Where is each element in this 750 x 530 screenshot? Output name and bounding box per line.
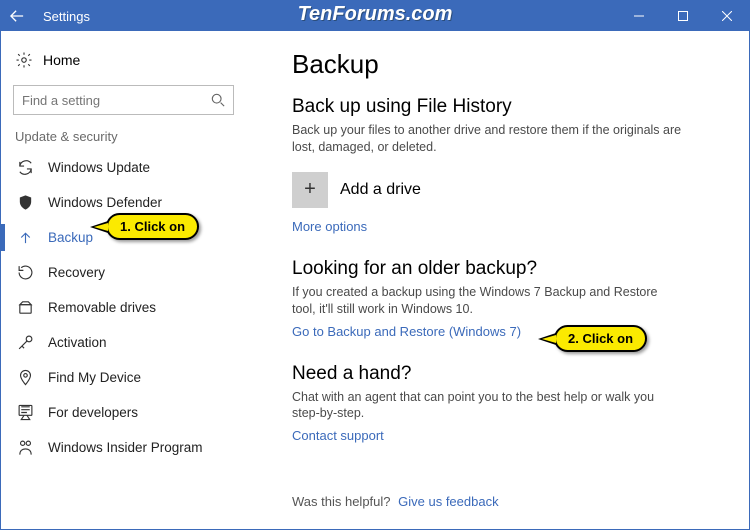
back-button[interactable] xyxy=(1,1,33,31)
sidebar-item-activation[interactable]: Activation xyxy=(1,325,246,360)
sidebar-item-label: For developers xyxy=(48,405,138,420)
search-icon xyxy=(211,93,225,107)
app-title: Settings xyxy=(43,9,90,24)
section-desc: Chat with an agent that can point you to… xyxy=(292,389,682,423)
sidebar-item-label: Activation xyxy=(48,335,107,350)
annotation-callout-1: 1. Click on xyxy=(106,213,199,240)
page-title: Backup xyxy=(292,49,723,80)
sidebar-item-label: Backup xyxy=(48,230,93,245)
backup-arrow-icon xyxy=(17,229,34,246)
search-input[interactable] xyxy=(22,93,211,108)
developers-icon xyxy=(17,404,34,421)
home-label: Home xyxy=(43,52,80,68)
location-icon xyxy=(17,369,34,386)
category-label: Update & security xyxy=(1,129,246,150)
plus-icon: + xyxy=(292,172,328,208)
recovery-icon xyxy=(17,264,34,281)
contact-support-link[interactable]: Contact support xyxy=(292,428,384,443)
section-desc: If you created a backup using the Window… xyxy=(292,284,682,318)
sidebar-item-label: Windows Update xyxy=(48,160,150,175)
section-older-backup: Looking for an older backup? If you crea… xyxy=(292,258,723,341)
sidebar-item-label: Windows Defender xyxy=(48,195,162,210)
section-desc: Back up your files to another drive and … xyxy=(292,122,682,156)
sync-icon xyxy=(17,159,34,176)
sidebar-item-windows-insider[interactable]: Windows Insider Program xyxy=(1,430,246,465)
feedback-question: Was this helpful? xyxy=(292,494,391,509)
maximize-button[interactable] xyxy=(661,1,705,31)
section-file-history: Back up using File History Back up your … xyxy=(292,96,723,236)
sidebar-item-label: Removable drives xyxy=(48,300,156,315)
gear-icon xyxy=(15,51,33,69)
sidebar-item-removable-drives[interactable]: Removable drives xyxy=(1,290,246,325)
feedback-link[interactable]: Give us feedback xyxy=(398,494,498,509)
section-title: Need a hand? xyxy=(292,363,723,385)
section-need-hand: Need a hand? Chat with an agent that can… xyxy=(292,363,723,446)
section-title: Back up using File History xyxy=(292,96,723,118)
minimize-button[interactable] xyxy=(617,1,661,31)
drive-icon xyxy=(17,299,34,316)
search-box[interactable] xyxy=(13,85,234,115)
insider-icon xyxy=(17,439,34,456)
sidebar-item-label: Find My Device xyxy=(48,370,141,385)
sidebar: Home Update & security Windows Update Wi… xyxy=(1,31,256,529)
more-options-link[interactable]: More options xyxy=(292,219,367,234)
home-nav[interactable]: Home xyxy=(1,43,246,77)
sidebar-item-recovery[interactable]: Recovery xyxy=(1,255,246,290)
close-button[interactable] xyxy=(705,1,749,31)
backup-restore-link[interactable]: Go to Backup and Restore (Windows 7) xyxy=(292,324,521,339)
sidebar-item-label: Recovery xyxy=(48,265,105,280)
main-panel: Backup Back up using File History Back u… xyxy=(256,31,749,529)
sidebar-item-for-developers[interactable]: For developers xyxy=(1,395,246,430)
annotation-callout-2: 2. Click on xyxy=(554,325,647,352)
add-drive-label: Add a drive xyxy=(340,181,421,199)
section-title: Looking for an older backup? xyxy=(292,258,723,280)
add-drive-button[interactable]: + Add a drive xyxy=(292,172,723,208)
feedback-row: Was this helpful? Give us feedback xyxy=(292,494,499,509)
sidebar-item-find-my-device[interactable]: Find My Device xyxy=(1,360,246,395)
sidebar-item-label: Windows Insider Program xyxy=(48,440,203,455)
sidebar-item-windows-update[interactable]: Windows Update xyxy=(1,150,246,185)
title-bar: Settings xyxy=(1,1,749,31)
key-icon xyxy=(17,334,34,351)
shield-icon xyxy=(17,194,34,211)
